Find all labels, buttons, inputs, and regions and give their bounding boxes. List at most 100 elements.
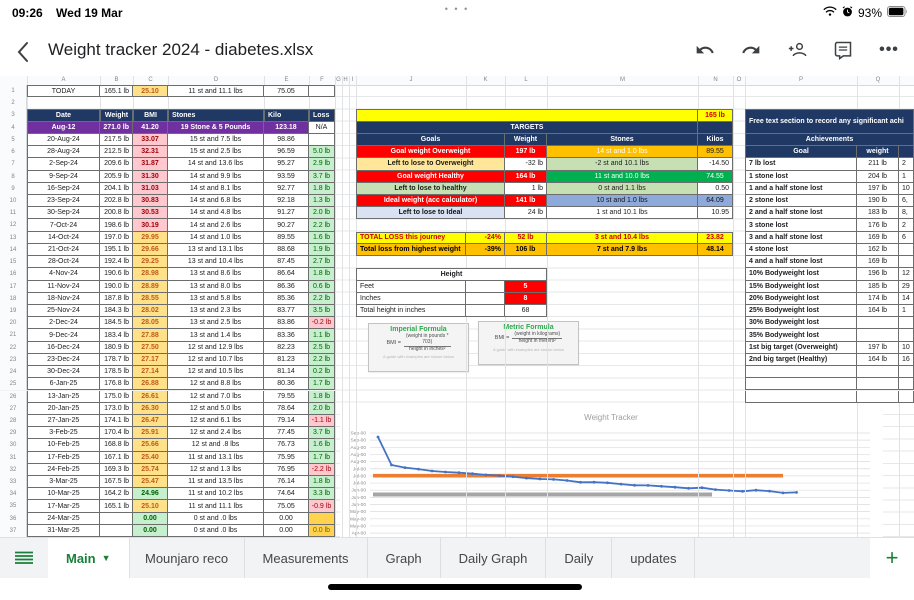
row-number[interactable]: 22: [0, 342, 27, 354]
row-number[interactable]: 14: [0, 244, 27, 256]
cell[interactable]: [466, 281, 505, 293]
cell-loss[interactable]: 1.6 lb: [309, 439, 335, 451]
achievement-goal[interactable]: 1st big target (Overweight): [745, 342, 857, 354]
achievement-date-fragment[interactable]: 2: [899, 219, 914, 231]
cell-bmi[interactable]: 31.87: [133, 158, 168, 170]
cell-bmi[interactable]: 26.88: [133, 378, 168, 390]
achievement-goal[interactable]: 35% Bodyweight lost: [745, 329, 857, 341]
cell-kilo[interactable]: 74.64: [264, 488, 309, 500]
targets-stones[interactable]: -2 st and 10.1 lbs: [547, 158, 698, 170]
person-add-icon[interactable]: [786, 39, 808, 61]
achievement-weight[interactable]: 204 lb: [857, 171, 899, 183]
achievement-date-fragment[interactable]: 1: [899, 171, 914, 183]
cell-stones[interactable]: 12 st and 12.9 lbs: [168, 342, 264, 354]
cell-kilo[interactable]: 90.27: [264, 219, 309, 231]
cell-weight[interactable]: 190.0 lb: [100, 281, 133, 293]
total-loss-label[interactable]: TOTAL LOSS this journey: [356, 232, 466, 244]
achievement-date-fragment[interactable]: [899, 329, 914, 341]
cell-weight[interactable]: 204.1 lb: [100, 183, 133, 195]
achievement-goal[interactable]: 7 lb lost: [745, 158, 857, 170]
cell-loss[interactable]: 1.3 lb: [309, 195, 335, 207]
row-number[interactable]: 19: [0, 305, 27, 317]
cell-today-kilo[interactable]: 75.05: [264, 85, 309, 97]
cell-date[interactable]: 28-Oct-24: [27, 256, 100, 268]
height-label[interactable]: Inches: [356, 293, 466, 305]
cell-loss[interactable]: 2.0 lb: [309, 207, 335, 219]
cell-stones[interactable]: 15 st and 2.5 lbs: [168, 146, 264, 158]
cell-stones[interactable]: 12 st and 1.3 lbs: [168, 464, 264, 476]
achievement-goal[interactable]: 1 stone lost: [745, 171, 857, 183]
cell-kilo[interactable]: 83.86: [264, 317, 309, 329]
cell-bmi[interactable]: 32.31: [133, 146, 168, 158]
document-title[interactable]: Weight tracker 2024 - diabetes.xlsx: [48, 40, 313, 60]
row-number[interactable]: 1: [0, 85, 27, 97]
cell-stones[interactable]: 14 st and 8.1 lbs: [168, 183, 264, 195]
cell-start-stones[interactable]: 19 Stone & 5 Pounds: [168, 122, 264, 134]
achievement-weight[interactable]: 162 lb: [857, 244, 899, 256]
achievement-goal[interactable]: 20% Bodyweight lost: [745, 293, 857, 305]
cell-weight[interactable]: 202.8 lb: [100, 195, 133, 207]
targets-title[interactable]: TARGETS: [356, 122, 698, 134]
targets-weight[interactable]: 141 lb: [505, 195, 547, 207]
achievement-goal[interactable]: 3 and a half stone lost: [745, 232, 857, 244]
cell-stones[interactable]: 13 st and 2.5 lbs: [168, 317, 264, 329]
cell-weight[interactable]: 176.8 lb: [100, 378, 133, 390]
cell-bmi[interactable]: 31.03: [133, 183, 168, 195]
achievement-weight[interactable]: 183 lb: [857, 207, 899, 219]
cell-weight[interactable]: 167.5 lb: [100, 476, 133, 488]
cell-loss[interactable]: 1.8 lb: [309, 183, 335, 195]
column-letter[interactable]: A: [27, 76, 100, 85]
achievements-subheader[interactable]: Achievements: [745, 134, 914, 146]
cell-date[interactable]: 9-Dec-24: [27, 329, 100, 341]
total-loss-lb[interactable]: 52 lb: [505, 232, 547, 244]
cell-weight[interactable]: 212.5 lb: [100, 146, 133, 158]
cell-kilo[interactable]: 83.77: [264, 305, 309, 317]
targets-banner-value[interactable]: 165 lb: [698, 109, 733, 121]
cell-date[interactable]: 27-Jan-25: [27, 415, 100, 427]
cell-date[interactable]: 18-Nov-24: [27, 293, 100, 305]
cell-weight[interactable]: 187.8 lb: [100, 293, 133, 305]
targets-stones[interactable]: 10 st and 1.0 lbs: [547, 195, 698, 207]
total-loss-kilos[interactable]: 48.14: [698, 244, 733, 256]
cell-bmi[interactable]: 30.83: [133, 195, 168, 207]
cell-kilo[interactable]: 76.73: [264, 439, 309, 451]
achievement-goal[interactable]: 4 and a half stone lost: [745, 256, 857, 268]
cell-kilo[interactable]: 0.00: [264, 525, 309, 537]
targets-weight[interactable]: 164 lb: [505, 171, 547, 183]
cell[interactable]: [698, 122, 733, 134]
targets-weight[interactable]: 197 lb: [505, 146, 547, 158]
row-number[interactable]: 3: [0, 109, 27, 121]
targets-goal[interactable]: Left to lose to Overweight: [356, 158, 505, 170]
cell-loss[interactable]: -2.2 lb: [309, 464, 335, 476]
cell-kilo[interactable]: 95.27: [264, 158, 309, 170]
row-number[interactable]: 12: [0, 219, 27, 231]
cell-date[interactable]: 30-Dec-24: [27, 366, 100, 378]
spreadsheet-grid[interactable]: Imperial Formula BMI = (weight in pounds…: [0, 85, 914, 537]
cell-kilo[interactable]: 91.27: [264, 207, 309, 219]
targets-header-stones[interactable]: Stones: [547, 134, 698, 146]
targets-stones[interactable]: 0 st and 1.1 lbs: [547, 183, 698, 195]
cell-weight[interactable]: 173.0 lb: [100, 403, 133, 415]
cell-date[interactable]: 14-Oct-24: [27, 232, 100, 244]
cell-loss[interactable]: 1.9 lb: [309, 244, 335, 256]
metric-formula-card[interactable]: Metric Formula BMI = (weight in kilogram…: [478, 321, 579, 365]
total-loss-pct[interactable]: -24%: [466, 232, 505, 244]
row-number[interactable]: 13: [0, 232, 27, 244]
row-number[interactable]: 11: [0, 207, 27, 219]
achievement-date-fragment[interactable]: 16: [899, 354, 914, 366]
cell[interactable]: [899, 146, 914, 158]
achievements-col-goal[interactable]: Goal: [745, 146, 857, 158]
cell-date[interactable]: 10-Feb-25: [27, 439, 100, 451]
sheet-tab-measurements[interactable]: Measurements: [245, 538, 368, 578]
cell-date[interactable]: 28-Aug-24: [27, 146, 100, 158]
row-number[interactable]: 23: [0, 354, 27, 366]
main-table-header[interactable]: BMI: [133, 109, 168, 121]
cell-loss[interactable]: 2.9 lb: [309, 158, 335, 170]
achievement-weight[interactable]: 211 lb: [857, 158, 899, 170]
cell-weight[interactable]: 180.9 lb: [100, 342, 133, 354]
cell-stones[interactable]: 14 st and 4.8 lbs: [168, 207, 264, 219]
cell-bmi[interactable]: 25.66: [133, 439, 168, 451]
row-number[interactable]: 32: [0, 464, 27, 476]
cell-bmi[interactable]: 28.05: [133, 317, 168, 329]
cell-start-weight[interactable]: 271.0 lb: [100, 122, 133, 134]
